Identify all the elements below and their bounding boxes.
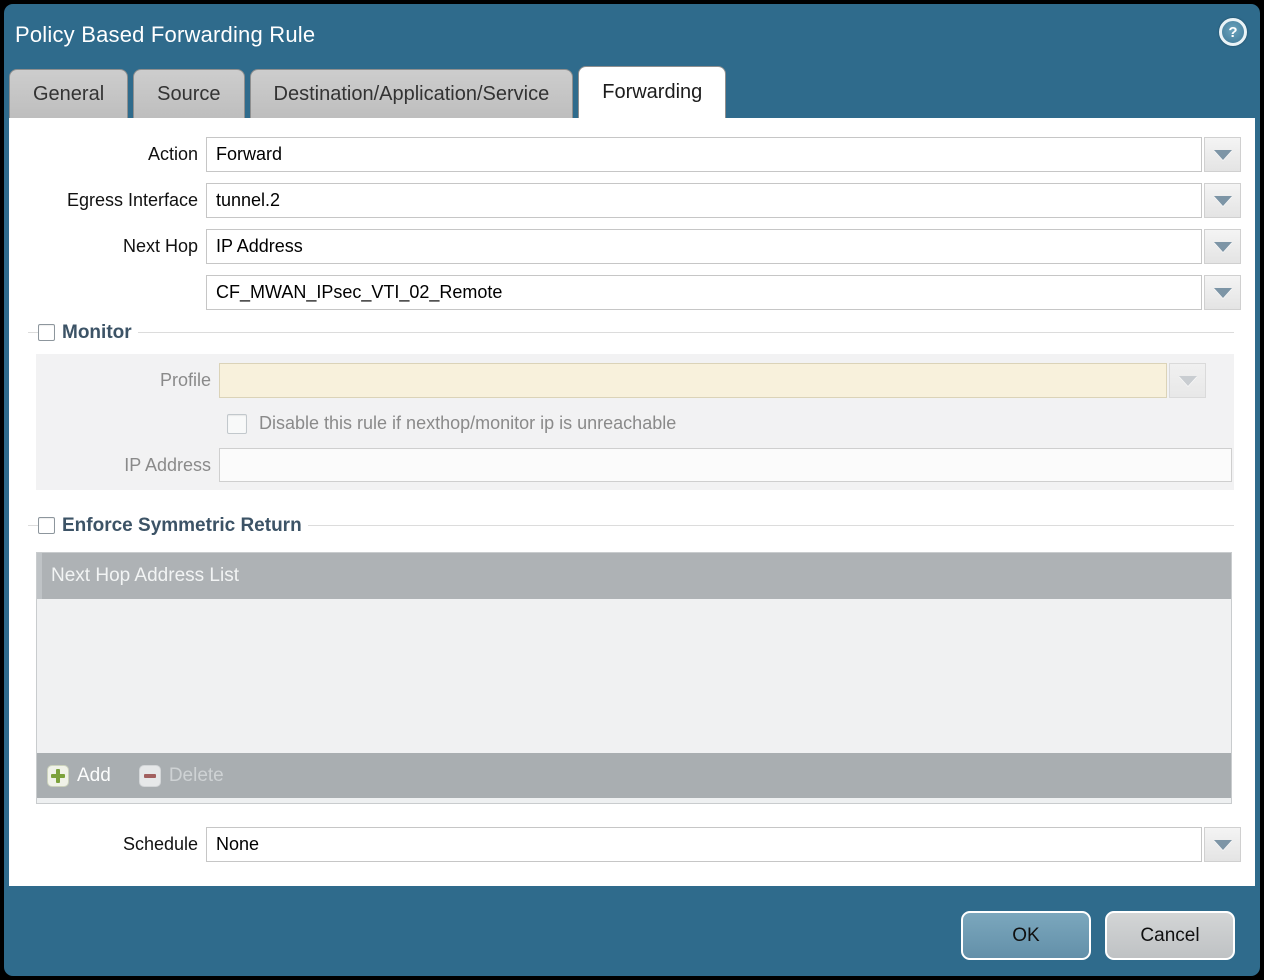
profile-row: Profile: [36, 363, 1234, 398]
forwarding-tab-panel: Action Egress Interface Next Hop: [9, 118, 1255, 886]
add-button[interactable]: Add: [47, 765, 111, 787]
profile-dropdown-button: [1169, 363, 1206, 398]
plus-icon: [47, 765, 69, 787]
egress-interface-input[interactable]: [206, 183, 1202, 218]
dialog-title: Policy Based Forwarding Rule: [4, 4, 1260, 48]
next-hop-address-input[interactable]: [206, 275, 1202, 310]
next-hop-address-table-body[interactable]: [37, 599, 1231, 753]
profile-dropdown: [219, 363, 1206, 398]
cancel-button[interactable]: Cancel: [1105, 911, 1235, 960]
table-bottom-strip: [37, 798, 1231, 803]
monitor-ip-label: IP Address: [36, 455, 219, 476]
action-label: Action: [9, 144, 206, 165]
next-hop-address-dropdown-button[interactable]: [1204, 275, 1241, 310]
chevron-down-icon: [1214, 242, 1232, 252]
ok-button[interactable]: OK: [961, 911, 1091, 960]
schedule-dropdown-button[interactable]: [1204, 827, 1241, 862]
tab-general[interactable]: General: [9, 69, 128, 118]
next-hop-label: Next Hop: [9, 236, 206, 257]
policy-based-forwarding-dialog: Policy Based Forwarding Rule ? General S…: [4, 4, 1260, 976]
next-hop-type-dropdown: [206, 229, 1241, 264]
next-hop-type-input[interactable]: [206, 229, 1202, 264]
monitor-ip-input: [219, 448, 1232, 482]
monitor-legend: Monitor: [28, 321, 1234, 344]
next-hop-address-table-toolbar: Add Delete: [37, 753, 1231, 798]
schedule-dropdown: [206, 827, 1241, 862]
dialog-footer: OK Cancel: [4, 886, 1260, 960]
chevron-down-icon: [1214, 288, 1232, 298]
next-hop-row: Next Hop: [9, 229, 1255, 264]
schedule-label: Schedule: [9, 834, 206, 855]
monitor-legend-label: Monitor: [62, 322, 132, 344]
enforce-symmetric-return-checkbox[interactable]: [38, 517, 55, 534]
monitor-ip-row: IP Address: [36, 448, 1234, 482]
chevron-down-icon: [1214, 196, 1232, 206]
chevron-down-icon: [1214, 840, 1232, 850]
disable-rule-row: Disable this rule if nexthop/monitor ip …: [227, 413, 1234, 434]
tab-bar: General Source Destination/Application/S…: [4, 68, 1260, 118]
delete-button: Delete: [139, 765, 224, 787]
tab-source[interactable]: Source: [133, 69, 244, 118]
next-hop-address-dropdown: [206, 275, 1241, 310]
profile-input: [219, 363, 1167, 398]
next-hop-type-dropdown-button[interactable]: [1204, 229, 1241, 264]
delete-button-label: Delete: [169, 765, 224, 787]
tab-forwarding[interactable]: Forwarding: [578, 66, 726, 118]
next-hop-address-list-column-header: Next Hop Address List: [42, 565, 239, 587]
egress-interface-label: Egress Interface: [9, 190, 206, 211]
egress-interface-row: Egress Interface: [9, 183, 1255, 218]
schedule-input[interactable]: [206, 827, 1202, 862]
next-hop-address-row: [9, 275, 1255, 310]
enforce-symmetric-return-legend-label: Enforce Symmetric Return: [62, 515, 302, 537]
enforce-symmetric-return-legend: Enforce Symmetric Return: [28, 514, 1234, 537]
monitor-section: Monitor Profile Disable this rule if nex…: [28, 321, 1234, 490]
monitor-checkbox[interactable]: [38, 324, 55, 341]
action-dropdown-button[interactable]: [1204, 137, 1241, 172]
chevron-down-icon: [1214, 150, 1232, 160]
minus-icon: [139, 765, 161, 787]
help-icon[interactable]: ?: [1219, 18, 1247, 46]
profile-label: Profile: [36, 370, 219, 391]
monitor-panel: Profile Disable this rule if nexthop/mon…: [36, 354, 1234, 490]
disable-rule-label: Disable this rule if nexthop/monitor ip …: [259, 413, 676, 434]
enforce-symmetric-return-section: Enforce Symmetric Return Next Hop Addres…: [28, 514, 1234, 804]
tab-destination-application-service[interactable]: Destination/Application/Service: [250, 69, 574, 118]
next-hop-address-table: Next Hop Address List Add Delete: [36, 552, 1232, 804]
dialog-titlebar: Policy Based Forwarding Rule ?: [4, 4, 1260, 68]
action-row: Action: [9, 137, 1255, 172]
egress-interface-dropdown: [206, 183, 1241, 218]
add-button-label: Add: [77, 765, 111, 787]
schedule-row: Schedule: [9, 827, 1255, 862]
disable-rule-checkbox: [227, 414, 247, 434]
chevron-down-icon: [1179, 376, 1197, 386]
next-hop-address-table-header: Next Hop Address List: [37, 553, 1231, 599]
action-dropdown: [206, 137, 1241, 172]
action-input[interactable]: [206, 137, 1202, 172]
egress-interface-dropdown-button[interactable]: [1204, 183, 1241, 218]
